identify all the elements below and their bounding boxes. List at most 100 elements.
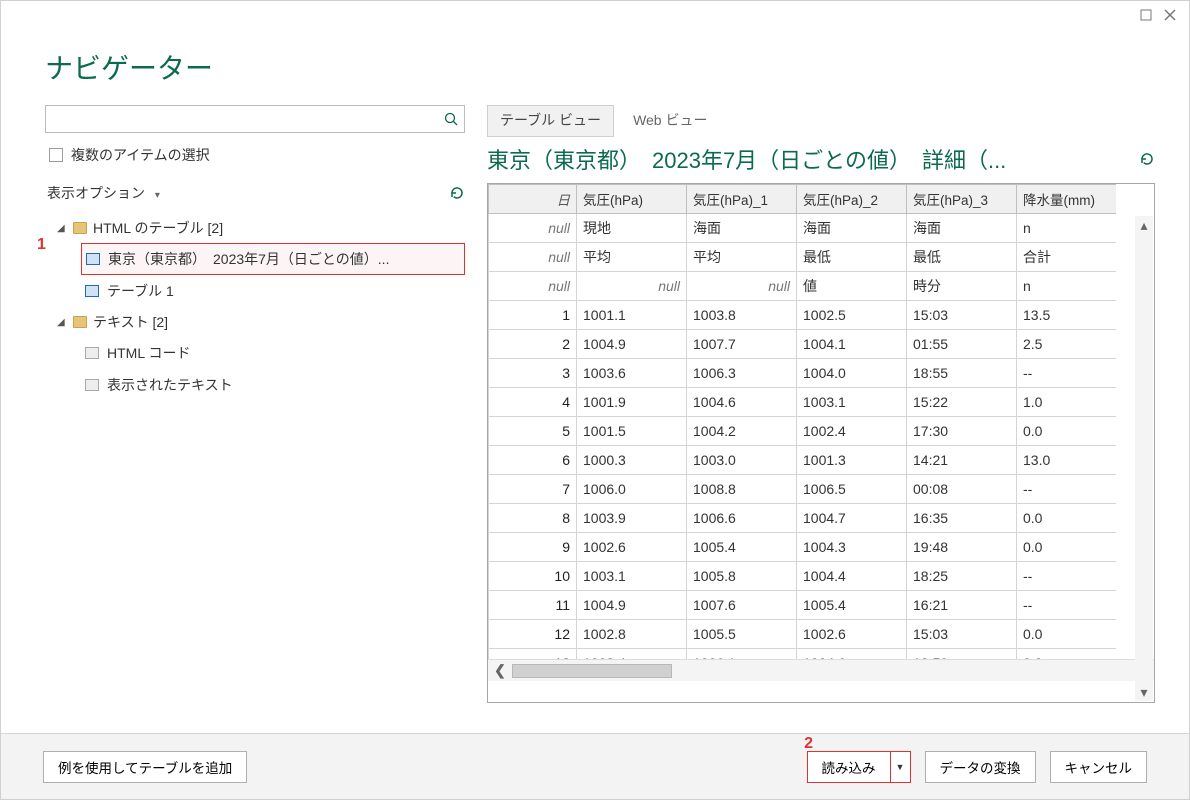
table-cell: 1004.0 — [797, 359, 907, 388]
tree-item-html-code[interactable]: HTML コード — [81, 337, 465, 369]
tree-folder-text[interactable]: ◢ テキスト [2] — [51, 307, 465, 337]
table-row[interactable]: 51001.51004.21002.417:300.0 — [489, 417, 1117, 446]
table-row[interactable]: 111004.91007.61005.416:21-- — [489, 591, 1117, 620]
tree-item-label: 表示されたテキスト — [107, 375, 233, 395]
column-header[interactable]: 気圧(hPa)_3 — [907, 185, 1017, 214]
table-row[interactable]: 121002.81005.51002.615:030.0 — [489, 620, 1117, 649]
collapse-icon[interactable]: ◢ — [57, 317, 67, 328]
table-cell: 2.5 — [1017, 330, 1117, 359]
table-cell: 18:25 — [907, 562, 1017, 591]
dialog-footer: 例を使用してテーブルを追加 2 読み込み ▼ データの変換 キャンセル — [1, 733, 1189, 799]
table-cell: 1004.2 — [687, 417, 797, 446]
table-cell: 13.5 — [1017, 301, 1117, 330]
column-header[interactable]: 気圧(hPa)_2 — [797, 185, 907, 214]
column-header[interactable]: 降水量(mm) — [1017, 185, 1117, 214]
table-cell: null — [577, 272, 687, 301]
tab-table-view[interactable]: テーブル ビュー — [487, 105, 614, 137]
table-row[interactable]: 31003.61006.31004.018:55-- — [489, 359, 1117, 388]
close-icon[interactable] — [1163, 8, 1177, 22]
load-button[interactable]: 読み込み — [808, 752, 890, 782]
checkbox-icon[interactable] — [49, 148, 63, 162]
search-box[interactable] — [45, 105, 465, 133]
table-cell: 10 — [489, 562, 577, 591]
table-cell: 1005.4 — [687, 533, 797, 562]
table-row[interactable]: 91002.61005.41004.319:480.0 — [489, 533, 1117, 562]
table-cell: 1002.5 — [797, 301, 907, 330]
tree-item-label: テーブル 1 — [107, 281, 174, 301]
preview-refresh-icon[interactable] — [1139, 151, 1155, 167]
scroll-left-icon[interactable]: ❮ — [488, 662, 512, 679]
table-cell: 時分 — [907, 272, 1017, 301]
scroll-down-icon[interactable]: ▾ — [1140, 683, 1147, 701]
tree-folder-html-tables[interactable]: ◢ HTML のテーブル [2] — [51, 213, 465, 243]
tree-item-table-1[interactable]: テーブル 1 — [81, 275, 465, 307]
table-cell: 1001.3 — [797, 446, 907, 475]
table-row[interactable]: 131003.41006.11004.613:500.0 — [489, 649, 1117, 660]
tab-web-view[interactable]: Web ビュー — [620, 105, 720, 137]
horizontal-scrollbar[interactable]: ❮ ❯ — [488, 659, 1154, 681]
table-row[interactable]: nullnullnull値時分n — [489, 272, 1117, 301]
table-cell: -- — [1017, 562, 1117, 591]
tree-item-rendered-text[interactable]: 表示されたテキスト — [81, 369, 465, 401]
table-row[interactable]: 71006.01008.81006.500:08-- — [489, 475, 1117, 504]
table-cell: null — [489, 243, 577, 272]
table-row[interactable]: 81003.91006.61004.716:350.0 — [489, 504, 1117, 533]
table-cell: 1002.8 — [577, 620, 687, 649]
callout-1: 1 — [37, 236, 46, 254]
refresh-icon[interactable] — [449, 185, 465, 201]
table-row[interactable]: 101003.11005.81004.418:25-- — [489, 562, 1117, 591]
multi-select-label: 複数のアイテムの選択 — [71, 145, 210, 165]
table-cell: 1006.3 — [687, 359, 797, 388]
table-cell: 17:30 — [907, 417, 1017, 446]
table-row[interactable]: null現地海面海面海面n — [489, 214, 1117, 243]
load-split-button[interactable]: 読み込み ▼ — [807, 751, 911, 783]
search-icon[interactable] — [442, 112, 460, 126]
table-row[interactable]: 41001.91004.61003.115:221.0 — [489, 388, 1117, 417]
table-cell: 3 — [489, 359, 577, 388]
preview-tabs: テーブル ビュー Web ビュー — [487, 105, 1155, 137]
table-cell: 1004.1 — [797, 330, 907, 359]
table-cell: 1005.8 — [687, 562, 797, 591]
table-row[interactable]: 11001.11003.81002.515:0313.5 — [489, 301, 1117, 330]
table-cell: 4 — [489, 388, 577, 417]
table-cell: 18:55 — [907, 359, 1017, 388]
table-icon — [86, 253, 100, 265]
tree-item-tokyo-july[interactable]: 東京（東京都） 2023年7月（日ごとの値）... — [81, 243, 465, 275]
transform-button[interactable]: データの変換 — [925, 751, 1036, 783]
column-header[interactable]: 日 — [489, 185, 577, 214]
left-pane: 複数のアイテムの選択 表示オプション ▾ 1 ◢ — [45, 105, 465, 727]
scroll-up-icon[interactable]: ▴ — [1140, 216, 1147, 234]
table-cell: 1004.6 — [687, 388, 797, 417]
display-options[interactable]: 表示オプション ▾ — [47, 183, 465, 203]
column-header[interactable]: 気圧(hPa)_1 — [687, 185, 797, 214]
table-cell: 値 — [797, 272, 907, 301]
column-header[interactable]: 気圧(hPa) — [577, 185, 687, 214]
table-cell: 1001.5 — [577, 417, 687, 446]
collapse-icon[interactable]: ◢ — [57, 223, 67, 234]
table-cell: 最低 — [907, 243, 1017, 272]
table-row[interactable]: 21004.91007.71004.101:552.5 — [489, 330, 1117, 359]
table-cell: 12 — [489, 620, 577, 649]
text-icon — [85, 379, 99, 391]
search-input[interactable] — [54, 111, 442, 128]
table-cell: n — [1017, 214, 1117, 243]
table-cell: 13:50 — [907, 649, 1017, 660]
table-row[interactable]: null平均平均最低最低合計 — [489, 243, 1117, 272]
table-cell: 1006.1 — [687, 649, 797, 660]
table-cell: 1006.0 — [577, 475, 687, 504]
load-dropdown-icon[interactable]: ▼ — [890, 752, 910, 782]
table-cell: 00:08 — [907, 475, 1017, 504]
tree-folder-label: HTML のテーブル [2] — [93, 218, 223, 238]
cancel-button[interactable]: キャンセル — [1050, 751, 1148, 783]
table-cell: 現地 — [577, 214, 687, 243]
tree-item-label: 東京（東京都） 2023年7月（日ごとの値）... — [108, 249, 389, 269]
table-cell: 0.0 — [1017, 649, 1117, 660]
multi-select-row[interactable]: 複数のアイテムの選択 — [49, 145, 461, 165]
minimize-icon[interactable] — [1139, 8, 1153, 22]
table-row[interactable]: 61000.31003.01001.314:2113.0 — [489, 446, 1117, 475]
h-scroll-thumb[interactable] — [512, 664, 672, 678]
vertical-scrollbar[interactable]: ▴ ▾ — [1135, 216, 1153, 701]
table-cell: 1004.9 — [577, 330, 687, 359]
table-cell: 海面 — [907, 214, 1017, 243]
add-table-button[interactable]: 例を使用してテーブルを追加 — [43, 751, 247, 783]
